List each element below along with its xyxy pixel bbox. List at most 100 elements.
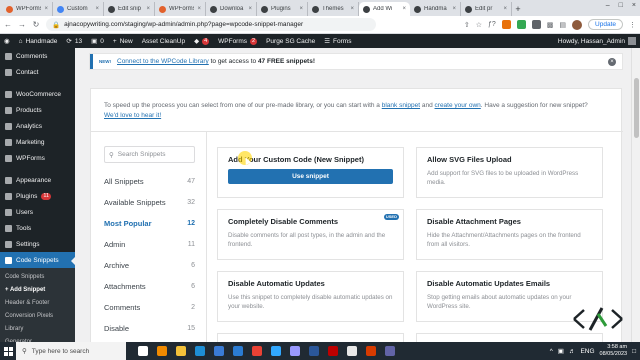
task-view-icon[interactable] — [138, 346, 148, 356]
wp-logo-icon[interactable]: ◉ — [4, 37, 10, 45]
browser-tab[interactable]: Add Wi × — [359, 2, 410, 16]
new-tab-icon[interactable]: + — [512, 2, 524, 16]
sidepanel-icon[interactable]: ▤ — [559, 21, 566, 29]
sidebar-item[interactable]: Users — [0, 204, 75, 220]
asset-cleanup-link[interactable]: Asset CleanUp — [142, 38, 185, 45]
browser-tab[interactable]: Downloa × — [206, 2, 257, 16]
close-tab-icon[interactable]: × — [146, 6, 150, 12]
suggestion-link[interactable]: We'd love to hear it! — [104, 112, 161, 119]
tray-chevron-icon[interactable]: ^ — [550, 348, 553, 355]
extension-icon[interactable] — [501, 20, 511, 29]
close-tab-icon[interactable]: × — [299, 6, 303, 12]
snippet-card-partial[interactable] — [416, 333, 603, 342]
minimize-icon[interactable]: – — [606, 2, 610, 9]
comments-link[interactable]: ▣ 0 — [91, 37, 104, 46]
volume-icon[interactable]: ♬ — [569, 348, 576, 355]
sidebar-item[interactable]: Plugins 11 — [0, 188, 75, 204]
chrome-icon[interactable] — [252, 346, 262, 356]
sidebar-item[interactable]: Analytics — [0, 118, 75, 134]
file-explorer-icon[interactable] — [176, 346, 186, 356]
menu-icon[interactable]: ⋮ — [629, 21, 636, 29]
browser-tab[interactable]: Themes × — [308, 2, 359, 16]
category-item[interactable]: Most Popular 12 — [104, 213, 195, 234]
forms-link[interactable]: ☰ Forms — [324, 37, 351, 46]
update-button[interactable]: Update — [588, 19, 623, 30]
search-snippets-input[interactable]: ⚲ Search Snippets — [104, 146, 195, 163]
yoast-link[interactable]: ◆ 4 — [194, 37, 210, 45]
close-window-icon[interactable]: × — [632, 2, 636, 9]
submenu-item[interactable]: Conversion Pixels — [0, 309, 75, 322]
extension-icon[interactable] — [516, 20, 526, 29]
forward-icon[interactable]: → — [18, 20, 26, 29]
vlc-icon[interactable] — [157, 346, 167, 356]
connect-library-link[interactable]: Connect to the WPCode Library — [117, 58, 209, 65]
sidebar-item[interactable]: Marketing — [0, 134, 75, 150]
notifications-icon[interactable]: □ — [632, 348, 636, 355]
blank-snippet-link[interactable]: blank snippet — [382, 102, 420, 109]
photoshop-icon[interactable] — [271, 346, 281, 356]
page-scrollbar[interactable] — [631, 48, 640, 342]
close-tab-icon[interactable]: × — [452, 6, 456, 12]
close-icon[interactable]: × — [608, 57, 616, 66]
windows-start-icon[interactable] — [0, 342, 16, 360]
snippet-card-partial[interactable] — [217, 333, 404, 342]
close-tab-icon[interactable]: × — [44, 6, 48, 12]
submenu-item[interactable]: Library — [0, 322, 75, 335]
network-icon[interactable]: ▣ — [558, 347, 564, 355]
extension-icon[interactable] — [531, 20, 541, 29]
profile-avatar[interactable] — [572, 19, 583, 30]
submenu-item[interactable]: Code Snippets — [0, 270, 75, 283]
filezilla-icon[interactable] — [328, 346, 338, 356]
premiere-icon[interactable] — [290, 346, 300, 356]
app-icon[interactable] — [366, 346, 376, 356]
category-item[interactable]: Comments 2 — [104, 297, 195, 318]
word-icon[interactable] — [309, 346, 319, 356]
sidebar-item[interactable]: WPForms — [0, 150, 75, 166]
browser-tab[interactable]: Custom × — [53, 2, 104, 16]
wpforms-adminbar-link[interactable]: WPForms 2 — [218, 37, 258, 45]
close-tab-icon[interactable]: × — [350, 6, 354, 12]
use-snippet-button[interactable]: Use snippet — [228, 169, 393, 184]
browser-tab[interactable]: Edit pr × — [461, 2, 512, 16]
fonts-extension-icon[interactable]: ƒ? — [488, 21, 496, 28]
category-item[interactable]: All Snippets 47 — [104, 171, 195, 192]
browser-tab[interactable]: Handma × — [410, 2, 461, 16]
updates-link[interactable]: ⟳ 13 — [66, 37, 82, 46]
address-bar[interactable]: 🔒 ajnacopywriting.com/staging/wp-admin/a… — [46, 18, 376, 31]
reload-icon[interactable]: ↻ — [32, 20, 40, 29]
purge-cache-link[interactable]: Purge SG Cache — [266, 38, 315, 45]
category-item[interactable]: Attachments 6 — [104, 276, 195, 297]
puzzle-icon[interactable]: ▩ — [547, 21, 554, 29]
close-tab-icon[interactable]: × — [503, 6, 507, 12]
howdy-account[interactable]: Howdy, Hassan_Admin — [558, 37, 636, 45]
close-tab-icon[interactable]: × — [402, 6, 406, 12]
browser-tab[interactable]: WPForms × — [155, 2, 206, 16]
browser-tab[interactable]: WPForms × — [2, 2, 53, 16]
sidebar-item[interactable]: Products — [0, 102, 75, 118]
submenu-item[interactable]: Generator — [0, 335, 75, 343]
category-item[interactable]: Admin 11 — [104, 234, 195, 255]
category-item[interactable]: Disable 15 — [104, 318, 195, 339]
taskbar-search-input[interactable]: ⚲ Type here to search — [16, 342, 126, 360]
browser-tab[interactable]: Plugins × — [257, 2, 308, 16]
sidebar-item-code-snippets[interactable]: Code Snippets — [0, 252, 75, 268]
sidebar-item[interactable]: Appearance — [0, 172, 75, 188]
sidebar-item[interactable]: Settings — [0, 236, 75, 252]
sidebar-item[interactable]: Contact — [0, 64, 75, 80]
app-icon[interactable] — [385, 346, 395, 356]
mail-icon[interactable] — [233, 346, 243, 356]
store-icon[interactable] — [214, 346, 224, 356]
back-icon[interactable]: ← — [4, 20, 12, 29]
close-tab-icon[interactable]: × — [95, 6, 99, 12]
category-item[interactable]: Archive 6 — [104, 255, 195, 276]
snippet-card-auto-updates[interactable]: Disable Automatic Updates Use this snipp… — [217, 271, 404, 322]
app-icon[interactable] — [347, 346, 357, 356]
new-content-link[interactable]: + New — [113, 38, 133, 45]
site-name-link[interactable]: ⌂ Handmade — [19, 38, 58, 45]
close-tab-icon[interactable]: × — [248, 6, 252, 12]
submenu-item[interactable]: + Add Snippet — [0, 283, 75, 296]
clock[interactable]: 3:58 am 08/05/2023 — [600, 344, 628, 358]
bookmark-star-icon[interactable]: ☆ — [476, 21, 482, 29]
snippet-card-svg[interactable]: Allow SVG Files Upload Add support for S… — [416, 147, 603, 198]
language-indicator[interactable]: ENG — [580, 348, 594, 355]
